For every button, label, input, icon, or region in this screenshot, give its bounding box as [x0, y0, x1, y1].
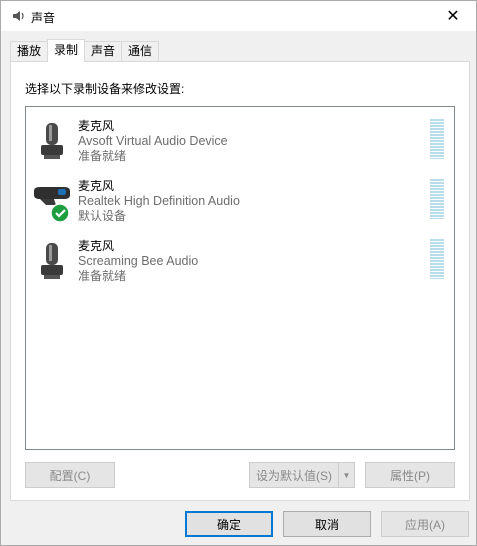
properties-button[interactable]: 属性(P) [365, 462, 455, 488]
chevron-down-icon[interactable]: ▼ [338, 463, 354, 487]
close-button[interactable]: ✕ [430, 1, 476, 31]
cancel-button[interactable]: 取消 [283, 511, 371, 537]
device-type: 麦克风 [78, 239, 115, 253]
device-status: 默认设备 [78, 209, 127, 223]
webcam-microphone-icon [34, 187, 70, 223]
device-status: 准备就绪 [78, 269, 127, 283]
ok-button[interactable]: 确定 [185, 511, 273, 537]
sound-dialog: 声音 ✕ 播放 录制 声音 通信 选择以下录制设备来修改设置: 麦克风 Avso… [0, 0, 477, 546]
title-bar[interactable]: 声音 ✕ [1, 1, 476, 31]
device-status: 准备就绪 [78, 149, 127, 163]
tab-playback[interactable]: 播放 [10, 41, 49, 62]
device-name: Avsoft Virtual Audio Device [78, 134, 228, 148]
level-meter [430, 179, 444, 219]
tab-sounds[interactable]: 声音 [84, 41, 123, 62]
set-default-button[interactable]: 设为默认值(S) ▼ [249, 462, 355, 488]
apply-button[interactable]: 应用(A) [381, 511, 469, 537]
speaker-icon [13, 11, 24, 21]
device-name: Realtek High Definition Audio [78, 194, 240, 208]
microphone-icon [41, 243, 63, 279]
window-title: 声音 [31, 11, 56, 25]
instruction-text: 选择以下录制设备来修改设置: [25, 82, 185, 96]
level-meter [430, 239, 444, 279]
close-icon: ✕ [446, 8, 460, 25]
device-type: 麦克风 [78, 119, 115, 133]
device-type: 麦克风 [78, 179, 115, 193]
level-meter [430, 119, 444, 159]
device-list[interactable]: 麦克风 Avsoft Virtual Audio Device 准备就绪 麦克风 [25, 106, 455, 450]
tab-strip: 播放 录制 声音 通信 [10, 39, 160, 62]
tab-recording[interactable]: 录制 [47, 39, 86, 62]
list-item[interactable]: 麦克风 Avsoft Virtual Audio Device 准备就绪 [26, 113, 454, 171]
device-name: Screaming Bee Audio [78, 254, 199, 268]
configure-button[interactable]: 配置(C) [25, 462, 115, 488]
list-item[interactable]: 麦克风 Screaming Bee Audio 准备就绪 [26, 233, 454, 291]
microphone-icon [41, 123, 63, 159]
set-default-label: 设为默认值(S) [256, 468, 332, 483]
tab-communications[interactable]: 通信 [121, 41, 160, 62]
list-item[interactable]: 麦克风 Realtek High Definition Audio 默认设备 [26, 173, 454, 231]
recording-panel: 选择以下录制设备来修改设置: 麦克风 Avsoft Virtual Audio … [10, 61, 470, 501]
